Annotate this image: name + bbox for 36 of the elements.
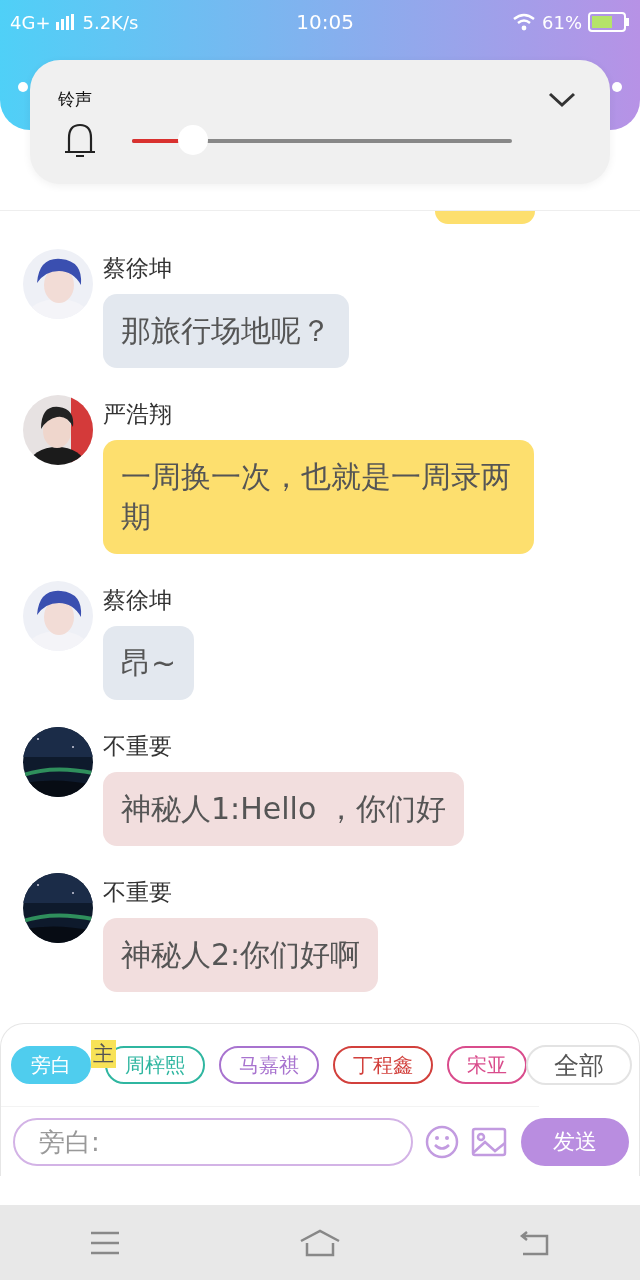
- message-input[interactable]: 旁白:: [13, 1117, 413, 1166]
- message-bubble: 那旅行场地呢？: [103, 294, 349, 368]
- sender-name: 严浩翔: [103, 400, 172, 429]
- image-icon[interactable]: [471, 1126, 507, 1157]
- message-bubble: 昂~: [103, 626, 195, 700]
- message-bubble: 神秘人2:你们好啊: [103, 918, 379, 992]
- dot-icon: [18, 82, 28, 92]
- sender-name: 蔡徐坤: [103, 586, 172, 615]
- home-icon[interactable]: [299, 1228, 341, 1257]
- lead-badge: 主: [91, 1040, 116, 1068]
- show-all-button[interactable]: 全部: [526, 1045, 632, 1085]
- sender-name: 不重要: [103, 878, 172, 907]
- wifi-icon: [512, 13, 536, 31]
- bell-icon: [63, 122, 97, 160]
- role-tag[interactable]: 宋亚: [447, 1046, 527, 1084]
- sender-name: 不重要: [103, 732, 172, 761]
- network-type: 4G+: [10, 11, 51, 33]
- collapse-icon[interactable]: [548, 92, 576, 108]
- clock: 10:05: [296, 10, 354, 34]
- send-button[interactable]: 发送: [521, 1117, 629, 1166]
- message-bubble: 神秘人1:Hello ，你们好: [103, 772, 464, 846]
- back-icon[interactable]: [519, 1229, 551, 1256]
- sender-name: 蔡徐坤: [103, 254, 172, 283]
- dot-icon: [612, 82, 622, 92]
- volume-label: 铃声: [58, 88, 92, 111]
- role-tag[interactable]: 马嘉祺: [219, 1046, 319, 1084]
- emoji-icon[interactable]: [425, 1124, 459, 1159]
- role-tag[interactable]: 丁程鑫: [333, 1046, 433, 1084]
- message-bubble: 一周换一次，也就是一周录两期: [103, 440, 534, 554]
- slider-thumb[interactable]: [177, 125, 208, 155]
- signal-icon: [56, 14, 77, 30]
- battery-icon: [588, 12, 630, 32]
- menu-icon[interactable]: [89, 1229, 121, 1256]
- battery-level: 61%: [542, 11, 582, 33]
- network-speed: 5.2K/s: [82, 11, 139, 33]
- role-tag[interactable]: 旁白: [11, 1046, 91, 1084]
